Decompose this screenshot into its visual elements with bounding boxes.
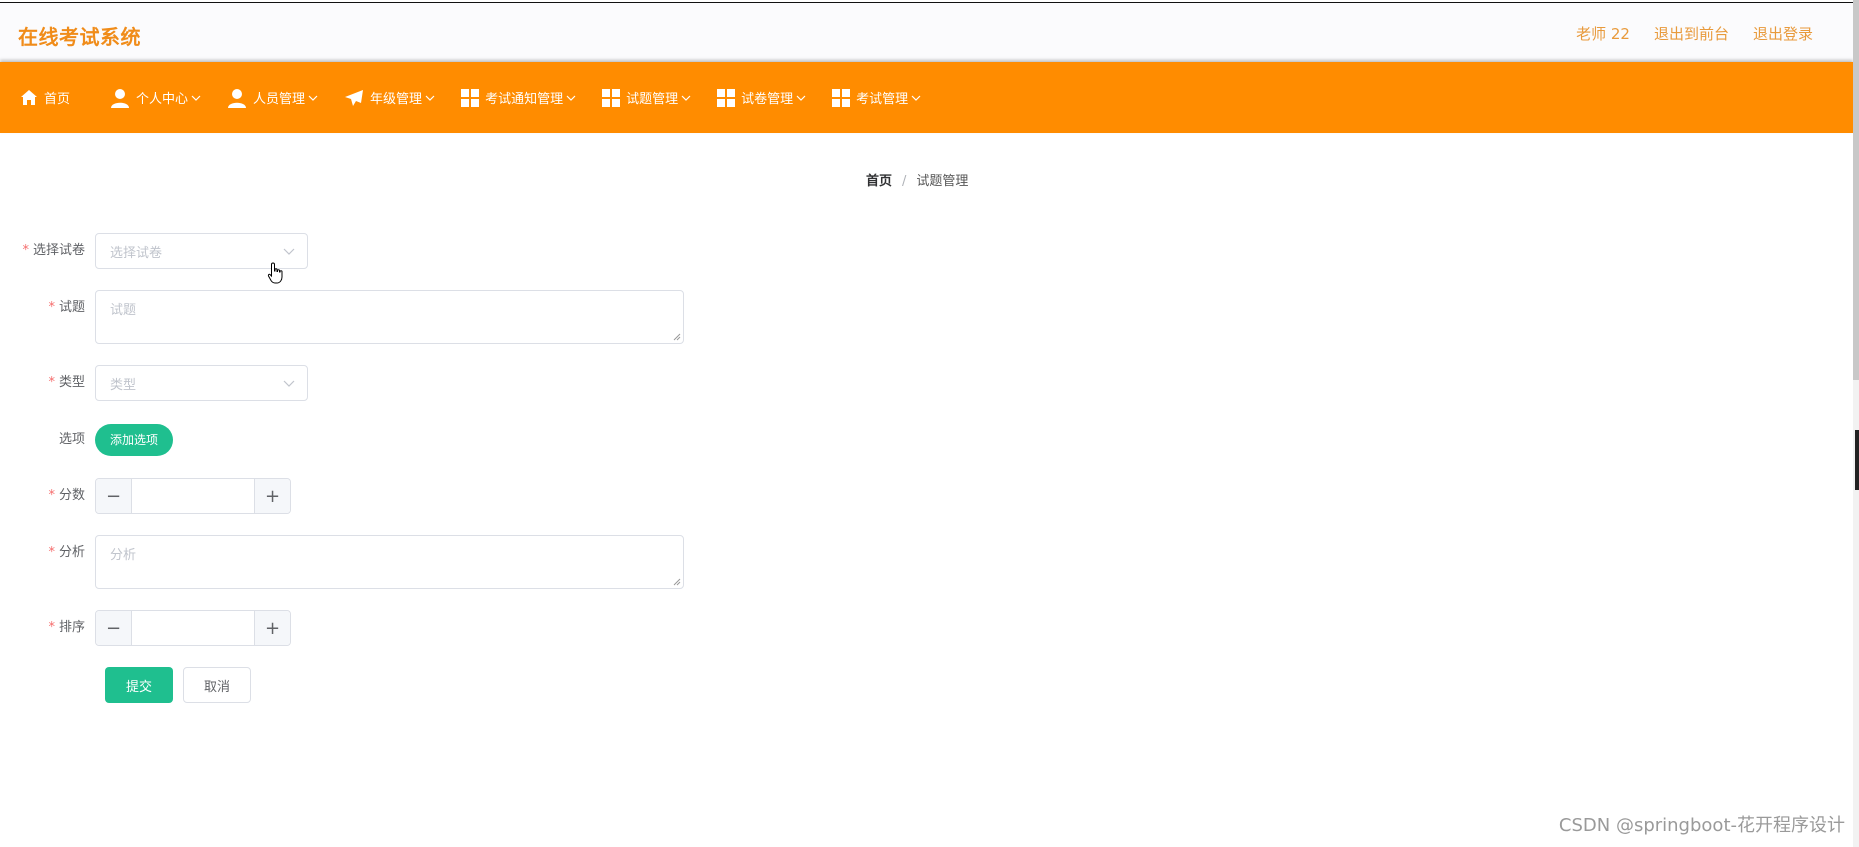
grid-icon [602,88,621,107]
chevron-down-icon [796,95,806,101]
exit-to-front-link[interactable]: 退出到前台 [1654,23,1729,44]
top-links: 老师 22 退出到前台 退出登录 [1576,23,1813,44]
breadcrumb: 首页 / 试题管理 [866,170,968,189]
nav-label: 试题管理 [626,92,679,107]
nav-home[interactable]: 首页 [20,62,70,133]
required-mark: * [48,620,55,635]
nav-label: 个人中心 [136,92,189,107]
order-label: * 排序 [48,620,85,635]
paper-select-placeholder: 选择试卷 [110,245,163,261]
chevron-down-icon [283,380,295,387]
order-decrement-button[interactable]: − [96,611,132,645]
analysis-placeholder: 分析 [110,548,137,563]
logout-link[interactable]: 退出登录 [1753,23,1813,44]
page-scrollbar[interactable] [1853,0,1859,847]
top-bar: 在线考试系统 老师 22 退出到前台 退出登录 [0,2,1853,60]
scrollbar-marker [1855,430,1859,490]
nav-question-management[interactable]: 试题管理 [602,62,691,133]
scrollbar-thumb[interactable] [1853,0,1859,380]
user-icon [111,88,130,108]
nav-paper-management[interactable]: 试卷管理 [717,62,806,133]
chevron-down-icon [566,95,576,101]
required-mark: * [48,375,55,390]
form-row-type: * 类型 类型 [0,365,308,401]
required-mark: * [48,300,55,315]
grid-icon [461,88,480,107]
question-label: * 试题 [48,300,85,315]
user-name-link[interactable]: 老师 22 [1576,23,1630,44]
score-increment-button[interactable]: + [254,479,290,513]
submit-button[interactable]: 提交 [105,667,173,703]
chevron-down-icon [308,95,318,101]
chevron-down-icon [911,95,921,101]
watermark: CSDN @springboot-花开程序设计 [1558,815,1845,836]
type-select-placeholder: 类型 [110,377,137,393]
nav-exam-management[interactable]: 考试管理 [832,62,921,133]
score-stepper: − + [95,478,291,514]
required-mark: * [22,243,29,258]
add-option-button[interactable]: 添加选项 [95,424,174,456]
score-input[interactable] [132,479,254,513]
breadcrumb-current: 试题管理 [916,174,969,189]
resize-handle-icon[interactable] [673,578,681,586]
nav-label: 考试通知管理 [485,92,564,107]
nav-staff-management[interactable]: 人员管理 [227,62,318,133]
form-row-order: * 排序 − + [0,610,291,646]
grid-icon [832,88,851,107]
score-decrement-button[interactable]: − [96,479,132,513]
chevron-down-icon [283,248,295,255]
chevron-down-icon [425,95,435,101]
form-actions: 提交 取消 [105,667,251,703]
breadcrumb-home[interactable]: 首页 [866,174,892,189]
options-label: 选项 [58,432,85,447]
order-increment-button[interactable]: + [254,611,290,645]
paper-plane-icon [345,89,364,106]
analysis-textarea[interactable]: 分析 [95,535,684,589]
hand-cursor-icon [267,262,283,284]
grid-icon [717,88,736,107]
type-label: * 类型 [48,375,85,390]
order-input[interactable] [132,611,254,645]
nav-label: 人员管理 [253,92,306,107]
nav-personal-center[interactable]: 个人中心 [110,62,201,133]
chevron-down-icon [191,95,201,101]
form-row-question: * 试题 试题 [0,290,684,344]
cancel-button[interactable]: 取消 [183,667,251,703]
order-stepper: − + [95,610,291,646]
nav-label: 试卷管理 [741,92,794,107]
nav-exam-notice-management[interactable]: 考试通知管理 [461,62,576,133]
score-label: * 分数 [48,488,85,503]
chevron-down-icon [681,95,691,101]
analysis-label: * 分析 [48,545,85,560]
question-textarea[interactable]: 试题 [95,290,684,344]
app-title: 在线考试系统 [18,25,141,49]
user-icon [228,88,247,108]
required-mark: * [48,488,55,503]
nav-label: 年级管理 [370,92,423,107]
paper-label: * 选择试卷 [22,243,85,258]
nav-label: 考试管理 [856,92,909,107]
form-row-options: 选项 添加选项 [0,422,174,458]
form-row-analysis: * 分析 分析 [0,535,684,589]
type-select[interactable]: 类型 [95,365,308,401]
required-mark: * [48,545,55,560]
resize-handle-icon[interactable] [673,333,681,341]
main-nav: 首页 个人中心 人员管理 年级管理 考试通知管理 试题管理 试卷管理 考试管理 [0,62,1853,133]
nav-home-label: 首页 [44,92,71,107]
nav-grade-management[interactable]: 年级管理 [344,62,435,133]
question-placeholder: 试题 [110,303,137,318]
form-row-paper: * 选择试卷 选择试卷 [0,233,308,269]
breadcrumb-separator: / [902,174,907,189]
form-row-score: * 分数 − + [0,478,291,514]
home-icon [21,90,37,105]
